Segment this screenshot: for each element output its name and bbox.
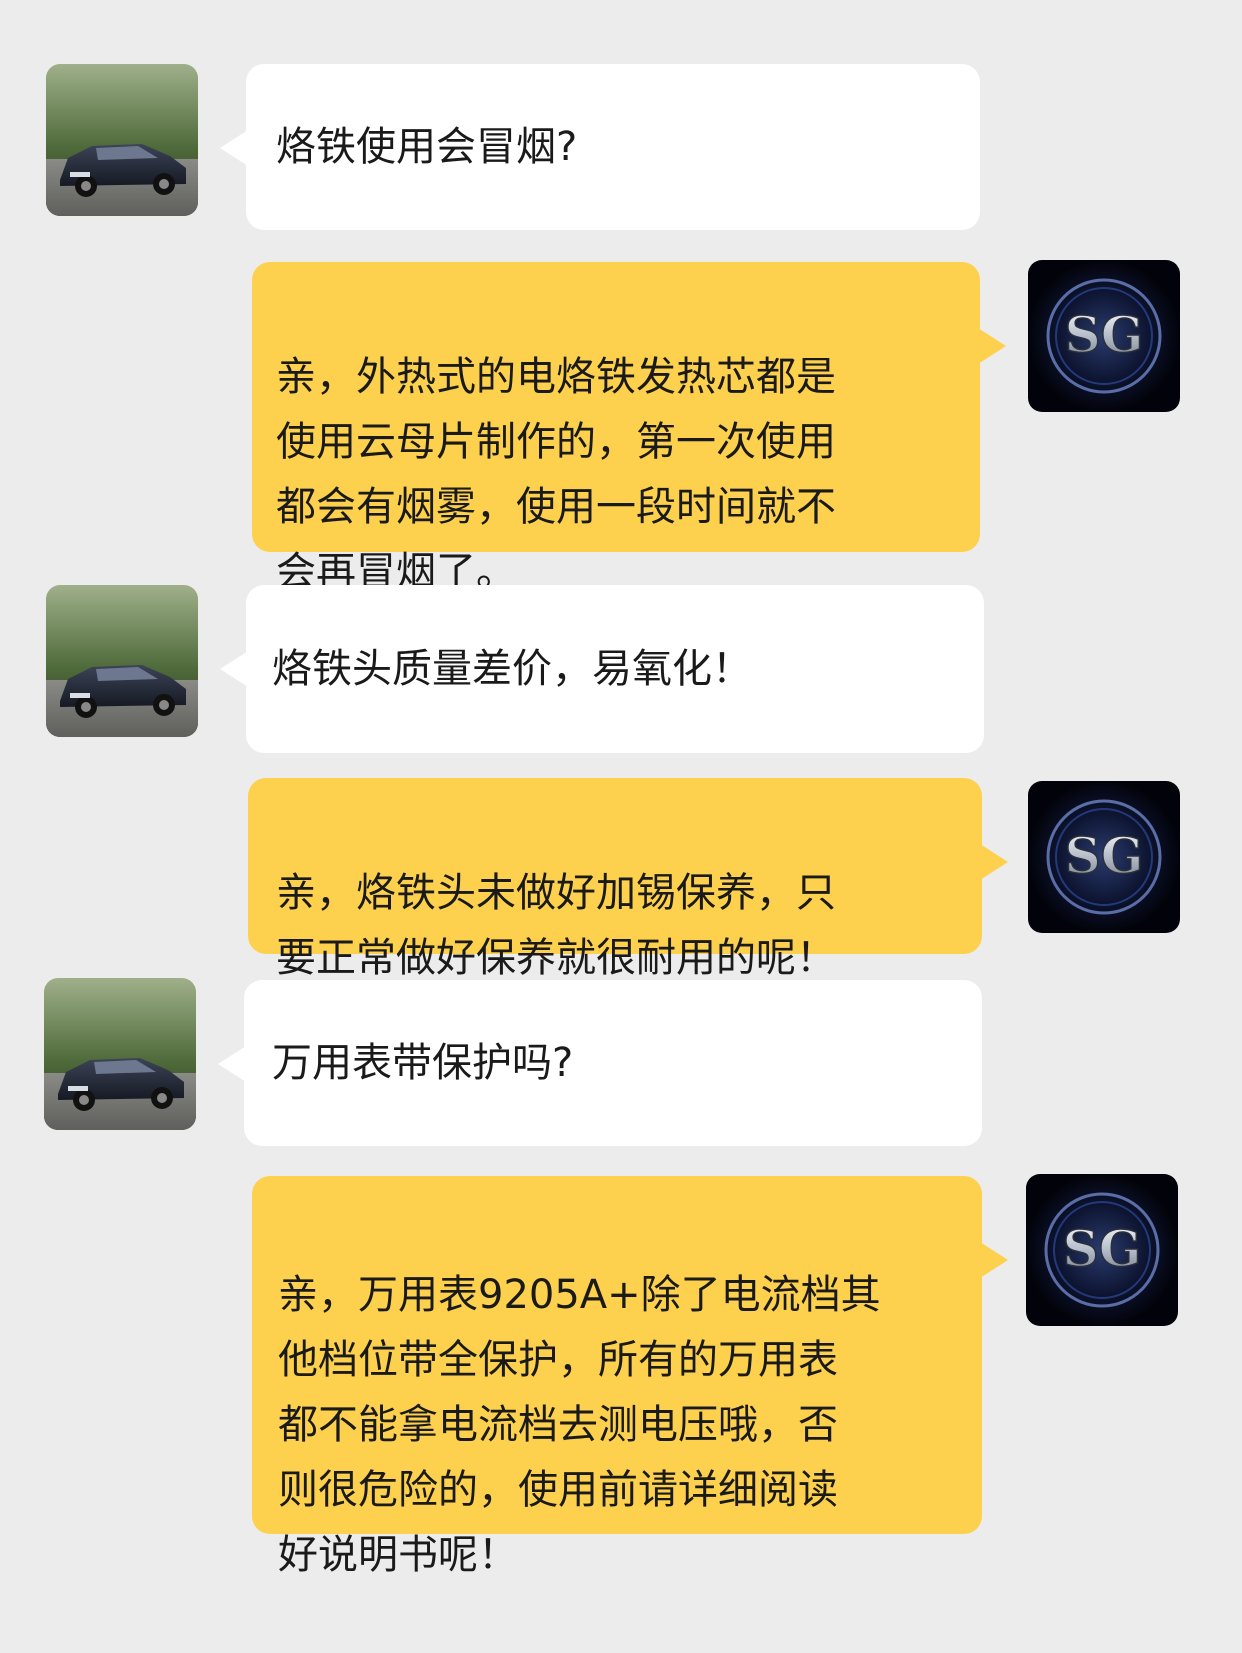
message-text: 烙铁使用会冒烟? [276, 123, 578, 170]
sg-logo-text: SG [1065, 305, 1144, 364]
message-text: 亲，烙铁头未做好加锡保养，只 要正常做好保养就很耐用的呢！ [276, 870, 836, 981]
message-bubble-customer: 万用表带保护吗? [218, 980, 982, 1146]
agent-avatar[interactable]: SG [1028, 781, 1180, 933]
message-text: 亲，万用表9205A+除了电流档其 他档位带全保护，所有的万用表 都不能拿电流档… [278, 1272, 881, 1578]
message-bubble-customer: 烙铁头质量差价，易氧化！ [220, 585, 984, 753]
message-text: 亲，外热式的电烙铁发热芯都是 使用云母片制作的，第一次使用 都会有烟雾，使用一段… [276, 354, 836, 595]
agent-avatar[interactable]: SG [1028, 260, 1180, 412]
message-bubble-agent: 亲，万用表9205A+除了电流档其 他档位带全保护，所有的万用表 都不能拿电流档… [252, 1176, 1008, 1578]
message-text: 万用表带保护吗? [272, 1039, 574, 1086]
sg-logo-text: SG [1065, 826, 1144, 885]
customer-avatar[interactable] [44, 978, 196, 1130]
customer-avatar[interactable] [46, 585, 198, 737]
message-bubble-customer: 烙铁使用会冒烟? [220, 64, 980, 230]
message-bubble-agent: 亲，外热式的电烙铁发热芯都是 使用云母片制作的，第一次使用 都会有烟雾，使用一段… [252, 262, 1006, 595]
customer-avatar[interactable] [46, 64, 198, 216]
agent-avatar[interactable]: SG [1026, 1174, 1178, 1326]
message-bubble-agent: 亲，烙铁头未做好加锡保养，只 要正常做好保养就很耐用的呢！ [248, 778, 1008, 981]
message-text: 烙铁头质量差价，易氧化！ [272, 645, 752, 692]
sg-logo-text: SG [1063, 1219, 1142, 1278]
